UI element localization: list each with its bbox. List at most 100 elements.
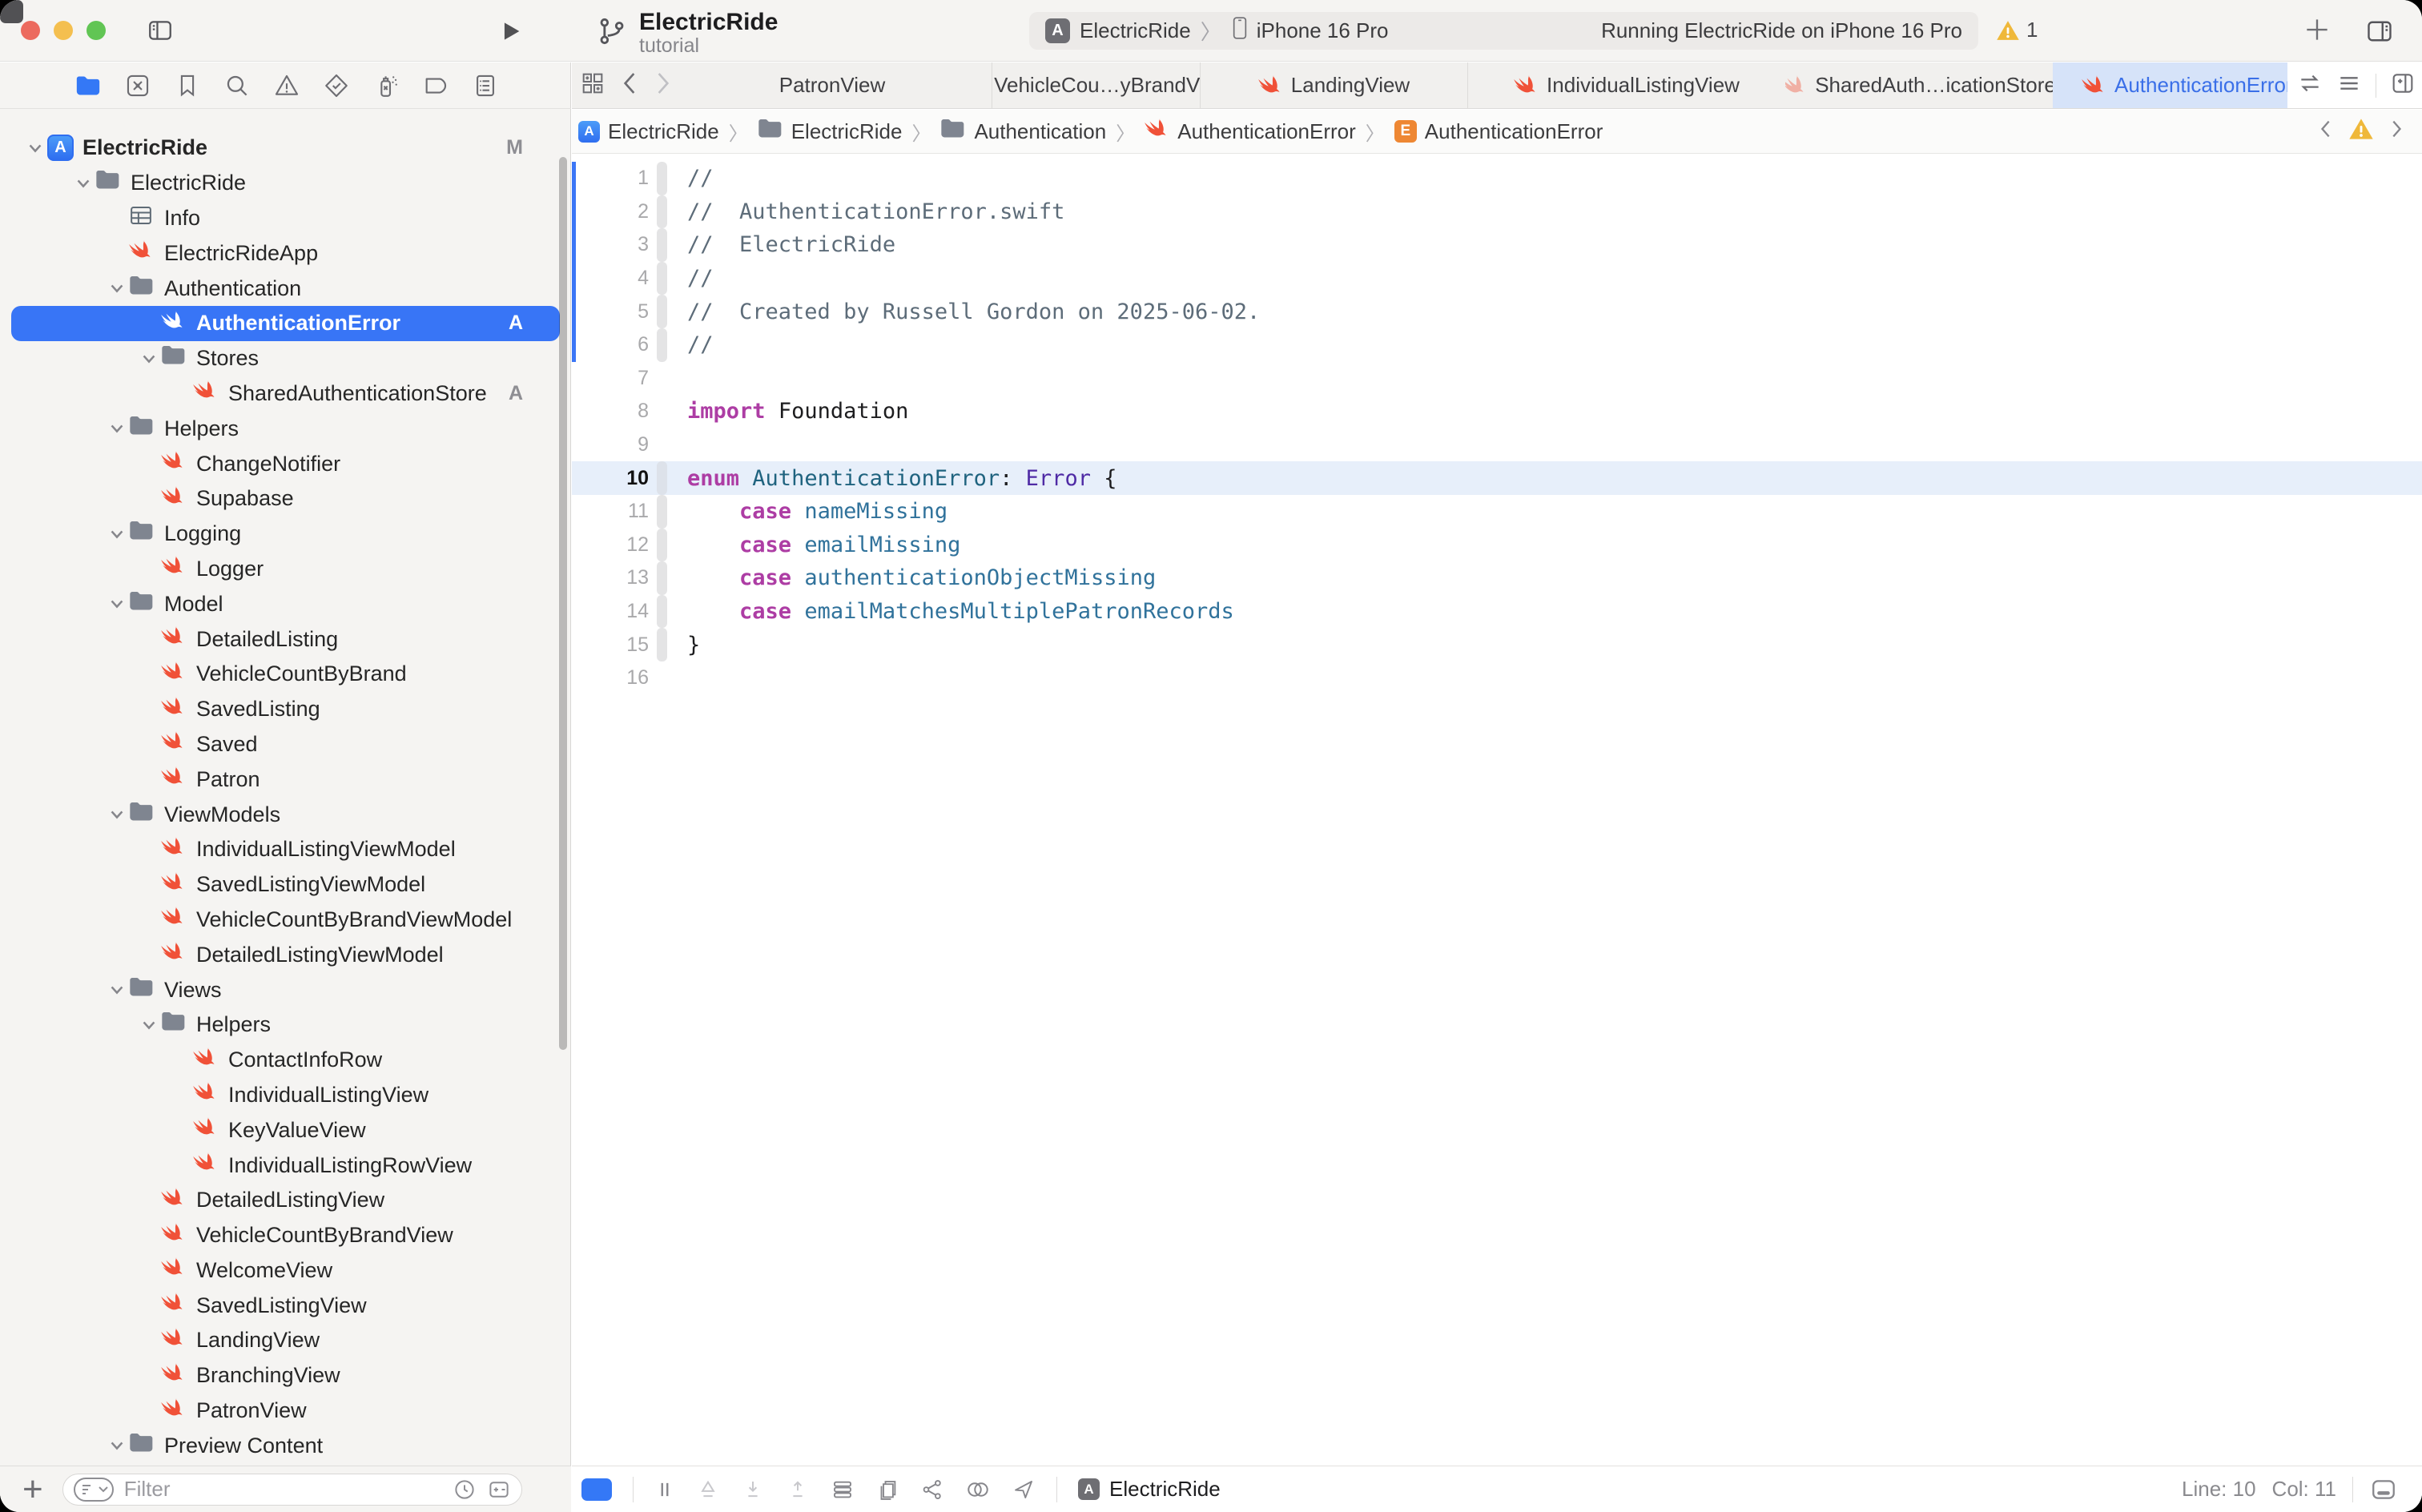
code-line[interactable]: 12 case emailMissing (572, 529, 2422, 562)
tree-row[interactable]: IndividualListingViewModel (11, 832, 560, 867)
tree-row[interactable]: DetailedListingViewModel (11, 937, 560, 972)
scheme-selector[interactable]: A ElectricRide 〉 iPhone 16 Pro Running E… (1029, 12, 1978, 50)
disclosure-chevron-icon[interactable] (105, 1438, 129, 1453)
filter-options-icon[interactable] (73, 1477, 115, 1502)
disclosure-chevron-icon[interactable] (71, 176, 95, 191)
tree-row[interactable]: Preview Content (11, 1428, 560, 1463)
tree-row[interactable]: Helpers (11, 411, 560, 446)
zoom-window-button[interactable] (86, 21, 106, 40)
tree-row[interactable]: Authentication (11, 271, 560, 306)
tests-navigator-icon[interactable] (323, 72, 350, 99)
breadcrumb-item[interactable]: AuthenticationError (1145, 116, 1356, 147)
tree-row[interactable]: ViewModels (11, 797, 560, 832)
tree-row[interactable]: IndividualListingView (11, 1078, 560, 1113)
tree-row[interactable]: LandingView (11, 1323, 560, 1358)
disclosure-chevron-icon[interactable] (105, 281, 129, 296)
tree-row[interactable]: ChangeNotifier (11, 446, 560, 481)
tree-row[interactable]: Logging (11, 517, 560, 552)
tree-row[interactable]: Model (11, 586, 560, 621)
editor-tab[interactable]: PatronView (673, 62, 992, 108)
find-navigator-icon[interactable] (223, 72, 251, 99)
tree-row[interactable]: DetailedListingView (11, 1183, 560, 1218)
tree-row[interactable]: SavedListingViewModel (11, 867, 560, 903)
add-button[interactable] (2302, 14, 2332, 49)
layered-pages-icon[interactable] (875, 1477, 899, 1502)
tree-row[interactable]: SavedListing (11, 692, 560, 727)
minimap-rows-icon[interactable] (831, 1477, 855, 1502)
scheme-name[interactable]: ElectricRide (1080, 18, 1191, 43)
tree-row[interactable]: AuthenticationErrorA (11, 306, 560, 341)
add-editor-icon[interactable] (2389, 70, 2416, 100)
disclosure-chevron-icon[interactable] (105, 807, 129, 822)
code-line[interactable]: 13 case authenticationObjectMissing (572, 561, 2422, 595)
run-destination[interactable]: iPhone 16 Pro (1257, 18, 1389, 43)
editor-tab[interactable]: SharedAuth…icationStore (1785, 62, 2053, 108)
disclosure-chevron-icon[interactable] (105, 597, 129, 611)
editor-tab[interactable]: IndividualListingView (1468, 62, 1785, 108)
warning-icon[interactable] (2348, 117, 2374, 147)
jump-to-location-icon[interactable] (1012, 1477, 1036, 1502)
tree-row[interactable]: Saved (11, 727, 560, 762)
related-items-grid-icon[interactable] (580, 70, 606, 100)
tree-row[interactable]: VehicleCountByBrandViewModel (11, 903, 560, 938)
stop-button[interactable] (0, 0, 23, 23)
breakpoints-navigator-icon[interactable] (422, 72, 449, 99)
tree-row[interactable]: ElectricRide (11, 166, 560, 201)
bookmarks-navigator-icon[interactable] (174, 72, 201, 99)
code-line[interactable]: 15} (572, 628, 2422, 662)
tree-row[interactable]: ContactInfoRow (11, 1043, 560, 1078)
code-line[interactable]: 2// AuthenticationError.swift (572, 195, 2422, 229)
go-back-icon[interactable] (620, 70, 639, 100)
disclosure-chevron-icon[interactable] (105, 421, 129, 436)
tree-row[interactable]: Info (11, 201, 560, 236)
code-line[interactable]: 1// (572, 162, 2422, 195)
code-line[interactable]: 6// (572, 328, 2422, 362)
tree-row[interactable]: Supabase (11, 481, 560, 517)
tree-row[interactable]: ElectricRideApp (11, 235, 560, 271)
tree-row[interactable]: VehicleCountByBrandView (11, 1218, 560, 1253)
toggle-navigator-icon[interactable] (146, 17, 175, 48)
tree-row[interactable]: IndividualListingRowView (11, 1148, 560, 1183)
close-window-button[interactable] (21, 21, 40, 40)
call-graph-icon[interactable] (920, 1477, 944, 1502)
tree-row[interactable]: Views (11, 972, 560, 1007)
breadcrumb-item[interactable]: AElectricRide (578, 119, 719, 144)
toggle-inspector-icon[interactable] (2364, 17, 2395, 50)
code-line[interactable]: 8import Foundation (572, 395, 2422, 428)
code-line[interactable]: 7 (572, 362, 2422, 396)
breadcrumb-item[interactable]: Authentication (940, 118, 1106, 146)
project-navigator-icon[interactable] (74, 72, 102, 99)
memory-compare-icon[interactable] (965, 1477, 991, 1502)
tree-row[interactable]: SavedListingView (11, 1288, 560, 1323)
disclosure-chevron-icon[interactable] (23, 141, 47, 155)
disclosure-chevron-icon[interactable] (105, 527, 129, 541)
tree-row[interactable]: SharedAuthenticationStoreA (11, 376, 560, 412)
editor-options-icon[interactable] (2336, 70, 2363, 100)
canvas-pause-icon[interactable] (654, 1478, 675, 1502)
code-line[interactable]: 4// (572, 262, 2422, 296)
code-line-current[interactable]: 10enum AuthenticationError: Error { (572, 461, 2422, 495)
tree-row[interactable]: Patron (11, 762, 560, 797)
disclosure-chevron-icon[interactable] (137, 1018, 161, 1032)
code-line[interactable]: 11 case nameMissing (572, 495, 2422, 529)
disclosure-chevron-icon[interactable] (105, 983, 129, 997)
editor-only-button[interactable] (581, 1478, 612, 1501)
tree-row[interactable]: KeyValueView (11, 1112, 560, 1148)
reports-navigator-icon[interactable] (472, 72, 499, 99)
code-line[interactable]: 5// Created by Russell Gordon on 2025-06… (572, 295, 2422, 328)
tree-row[interactable]: Helpers (11, 1007, 560, 1043)
code-line[interactable]: 14 case emailMatchesMultiplePatronRecord… (572, 595, 2422, 629)
code-line[interactable]: 3// ElectricRide (572, 228, 2422, 262)
go-forward-icon[interactable] (654, 70, 673, 100)
tree-row[interactable]: PatronView (11, 1393, 560, 1429)
tree-row[interactable]: Logger (11, 552, 560, 587)
sidebar-scrollbar[interactable] (559, 157, 567, 1050)
issues-navigator-icon[interactable] (273, 72, 300, 99)
editor-tab[interactable]: LandingView (1201, 62, 1468, 108)
tree-row[interactable]: WelcomeView (11, 1253, 560, 1289)
tree-row[interactable]: Stores (11, 341, 560, 376)
related-above-icon[interactable] (696, 1477, 720, 1502)
swap-editor-icon[interactable] (2297, 70, 2323, 100)
tree-row[interactable]: AElectricRideM (11, 131, 560, 166)
minimize-window-button[interactable] (54, 21, 73, 40)
